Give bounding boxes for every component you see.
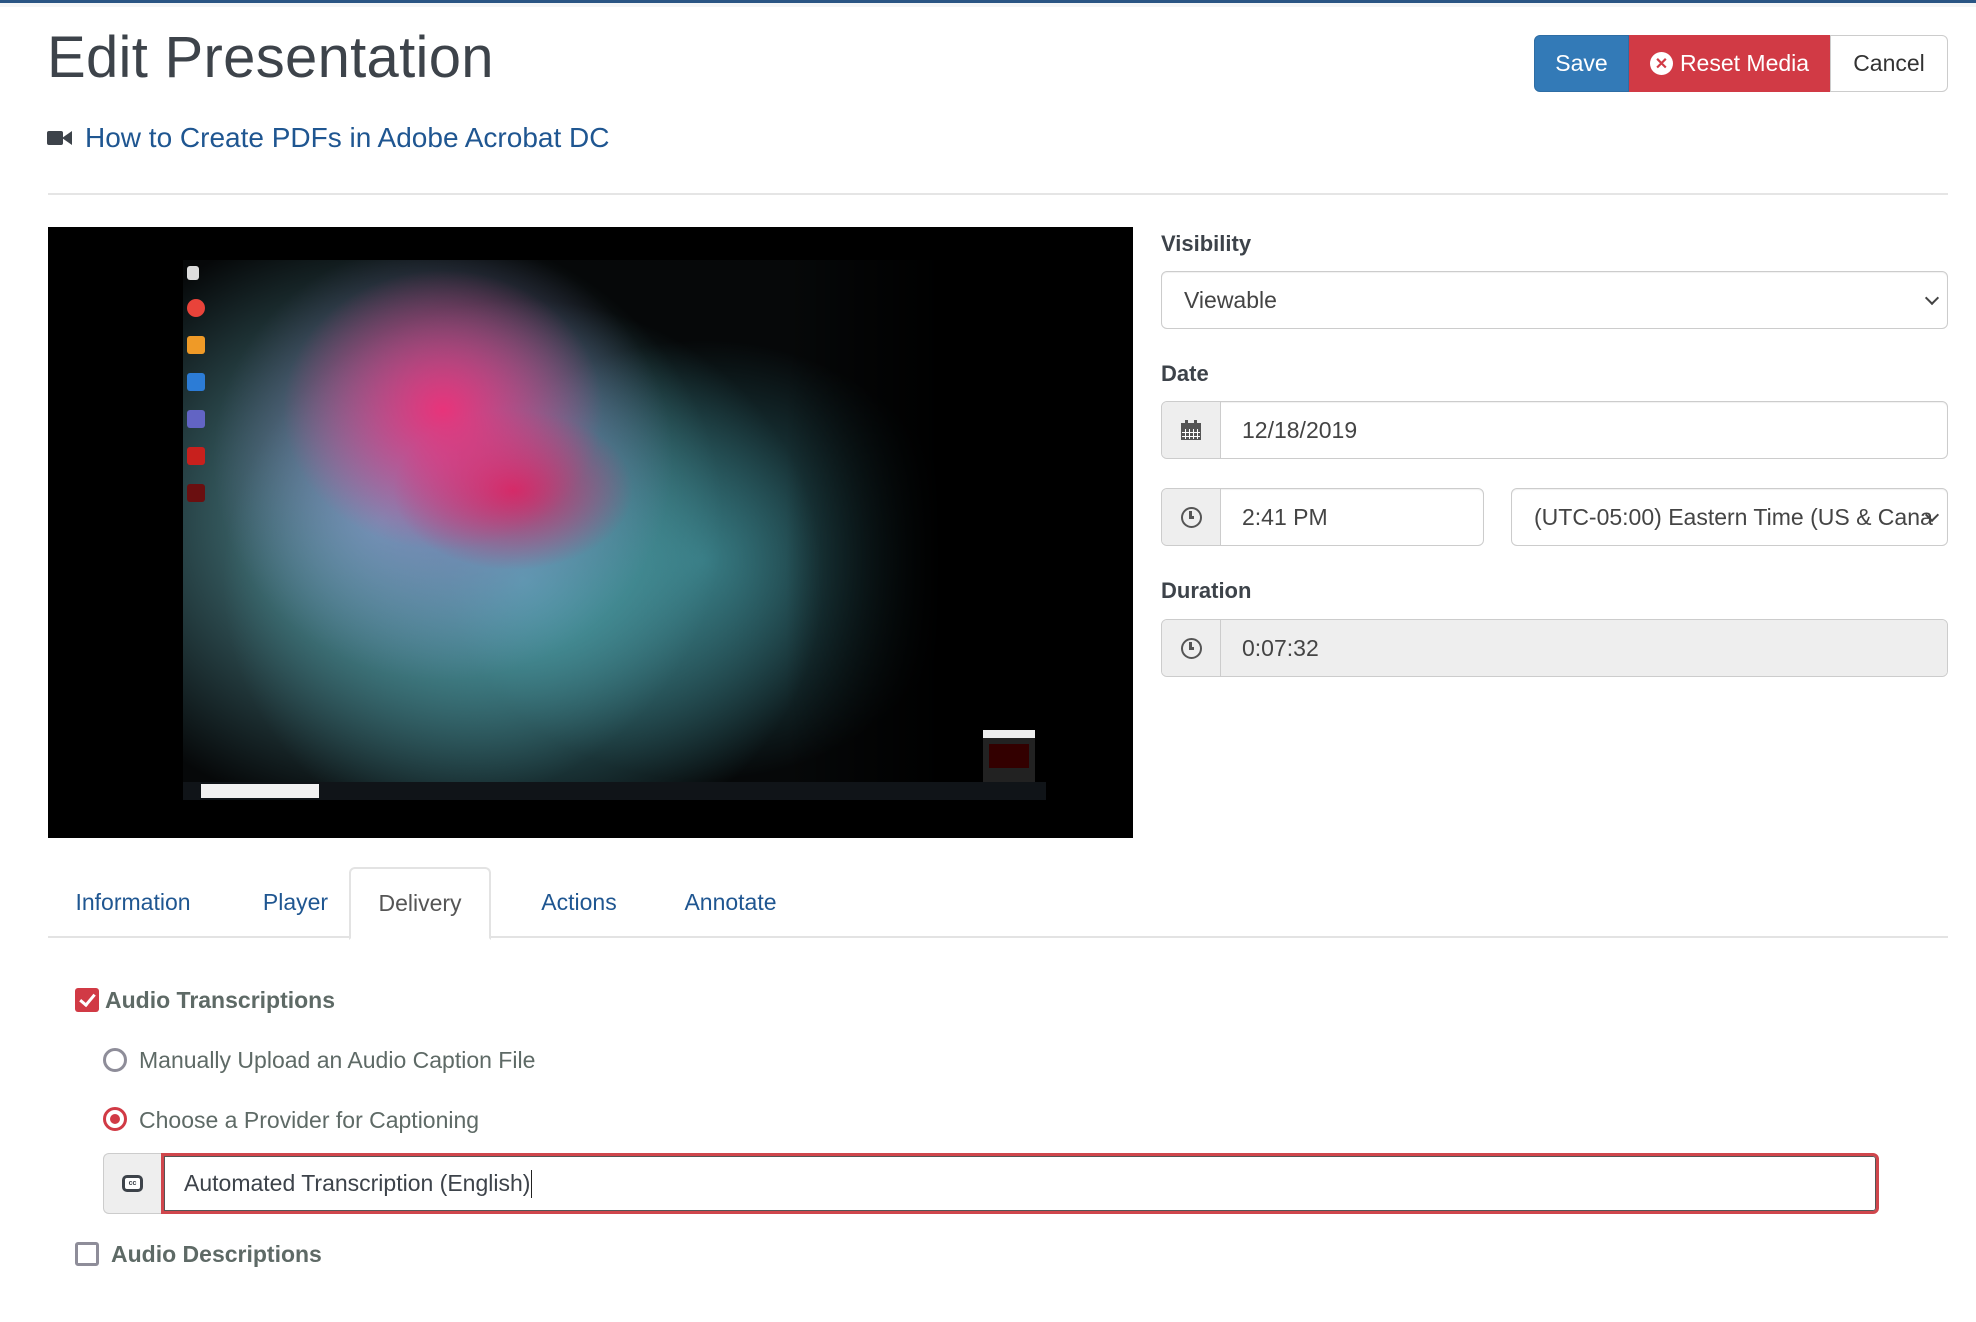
audio-descriptions-label: Audio Descriptions [111, 1241, 322, 1267]
video-camera-icon [47, 129, 73, 147]
visibility-select[interactable]: Viewable [1161, 271, 1948, 329]
video-frame [183, 260, 1046, 800]
screen-taskbar [183, 782, 1046, 800]
cancel-button[interactable]: Cancel [1830, 35, 1948, 92]
header-divider [48, 193, 1948, 195]
media-title-row: How to Create PDFs in Adobe Acrobat DC [47, 122, 609, 154]
caption-provider-value: Automated Transcription (English) [184, 1170, 531, 1196]
calendar-icon [1181, 420, 1201, 440]
tab-bar: Information Player Delivery Actions Anno… [48, 867, 1948, 940]
choose-provider-radio[interactable] [103, 1107, 127, 1131]
caption-addon: cc [103, 1153, 161, 1214]
duration-input: 0:07:32 [1221, 620, 1947, 676]
date-addon [1162, 402, 1221, 458]
text-cursor [531, 1169, 533, 1198]
manual-upload-radio[interactable] [103, 1048, 127, 1072]
screen-popup [983, 730, 1035, 782]
desktop-icons [187, 266, 209, 521]
clock-icon [1180, 506, 1202, 528]
audio-descriptions-checkbox[interactable] [75, 1242, 99, 1266]
clock-icon [1180, 637, 1202, 659]
action-button-group: Save ✕ Reset Media Cancel [1534, 35, 1948, 92]
video-preview[interactable] [48, 227, 1133, 838]
tab-player[interactable]: Player [238, 867, 353, 938]
time-addon [1162, 489, 1221, 545]
duration-label: Duration [1161, 578, 1252, 603]
choose-provider-label: Choose a Provider for Captioning [139, 1107, 480, 1133]
audio-transcriptions-label: Audio Transcriptions [105, 987, 336, 1013]
tab-actions[interactable]: Actions [504, 867, 654, 938]
save-button[interactable]: Save [1534, 35, 1629, 92]
duration-addon [1162, 620, 1221, 676]
times-circle-icon: ✕ [1649, 52, 1673, 75]
reset-media-button[interactable]: ✕ Reset Media [1629, 35, 1830, 92]
top-shade [0, 3, 1976, 7]
caption-provider-group: cc Automated Transcription (English) [103, 1153, 1879, 1214]
time-input-group: 2:41 PM [1161, 488, 1484, 546]
timezone-value: (UTC-05:00) Eastern Time (US & Cana [1534, 503, 1933, 530]
date-label: Date [1161, 361, 1209, 386]
page-title: Edit Presentation [47, 25, 494, 90]
tab-information[interactable]: Information [48, 867, 218, 938]
tab-annotate[interactable]: Annotate [648, 867, 813, 938]
manual-upload-label: Manually Upload an Audio Caption File [139, 1047, 536, 1073]
visibility-label: Visibility [1161, 231, 1252, 256]
chevron-down-icon [1924, 290, 1940, 306]
audio-transcriptions-checkbox[interactable] [75, 988, 99, 1012]
time-input[interactable]: 2:41 PM [1221, 489, 1483, 545]
visibility-value: Viewable [1184, 286, 1277, 313]
duration-input-group: 0:07:32 [1161, 619, 1948, 677]
reset-media-label: Reset Media [1679, 50, 1810, 76]
timezone-select[interactable]: (UTC-05:00) Eastern Time (US & Cana [1511, 488, 1948, 546]
date-input-group: 12/18/2019 [1161, 401, 1948, 459]
closed-caption-icon: cc [122, 1175, 143, 1192]
date-input[interactable]: 12/18/2019 [1221, 402, 1947, 458]
media-title-link[interactable]: How to Create PDFs in Adobe Acrobat DC [85, 122, 609, 154]
tab-delivery[interactable]: Delivery [349, 867, 491, 940]
screen-search-box [201, 784, 319, 798]
caption-provider-input[interactable]: Automated Transcription (English) [161, 1153, 1879, 1214]
